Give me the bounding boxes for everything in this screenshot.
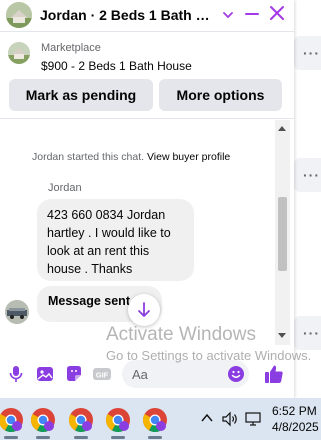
arrow-down-icon	[138, 302, 150, 317]
background-card-menu[interactable]: ···	[294, 36, 321, 70]
like-icon[interactable]	[263, 363, 285, 385]
chrome-icon[interactable]	[105, 407, 131, 433]
more-dots-icon: ···	[303, 325, 320, 341]
network-icon[interactable]	[244, 410, 262, 428]
photo-icon[interactable]	[35, 364, 55, 384]
gif-icon[interactable]: GIF	[92, 364, 112, 384]
chevron-up-icon[interactable]	[201, 413, 213, 423]
chat-start-text: Jordan started this chat.	[32, 151, 145, 163]
minimize-icon[interactable]	[244, 6, 260, 22]
clock-date[interactable]: 4/8/2025	[272, 420, 319, 434]
chat-header[interactable]: Jordan · 2 Beds 1 Bath House	[0, 0, 294, 32]
chevron-down-icon[interactable]	[222, 7, 234, 23]
view-buyer-profile-link[interactable]: View buyer profile	[147, 151, 230, 163]
listing-summary[interactable]: Marketplace $900 - 2 Beds 1 Bath House	[0, 33, 294, 77]
active-app-indicator	[4, 436, 18, 439]
chrome-icon[interactable]	[30, 407, 56, 433]
message-list[interactable]: Jordan started this chat. View buyer pro…	[0, 120, 294, 346]
chrome-icon[interactable]	[0, 407, 24, 433]
listing-thumbnail[interactable]	[8, 42, 30, 64]
emoji-icon[interactable]	[226, 364, 246, 384]
active-app-indicator	[74, 436, 88, 439]
close-icon[interactable]	[268, 4, 286, 22]
listing-title[interactable]: $900 - 2 Beds 1 Bath House	[41, 59, 192, 73]
microphone-icon[interactable]	[6, 364, 26, 384]
listing-source: Marketplace	[41, 42, 101, 54]
divider	[0, 118, 294, 119]
scroll-to-bottom-button[interactable]	[128, 294, 160, 326]
mark-as-pending-button[interactable]: Mark as pending	[9, 79, 153, 111]
message-input-placeholder: Aa	[132, 367, 148, 382]
message-bubble[interactable]: 423 660 0834 Jordan hartley . I would li…	[37, 199, 194, 281]
activate-windows-title: Activate Windows	[106, 324, 256, 345]
active-app-indicator	[148, 436, 162, 439]
chrome-icon[interactable]	[68, 407, 94, 433]
scrollbar[interactable]	[275, 120, 290, 345]
sticker-icon[interactable]	[64, 364, 84, 384]
sender-name: Jordan	[48, 182, 82, 194]
more-options-button[interactable]: More options	[159, 79, 282, 111]
chrome-icon[interactable]	[142, 407, 168, 433]
volume-icon[interactable]	[221, 410, 239, 428]
more-dots-icon: ···	[303, 167, 320, 183]
active-app-indicator	[111, 436, 125, 439]
svg-text:GIF: GIF	[96, 371, 109, 380]
avatar[interactable]	[6, 2, 32, 28]
background-card-menu[interactable]: ···	[294, 158, 321, 192]
sender-avatar[interactable]	[5, 300, 29, 324]
active-app-indicator	[36, 436, 50, 439]
scroll-down-arrow-icon[interactable]	[278, 333, 286, 338]
more-dots-icon: ···	[303, 45, 320, 61]
scroll-up-arrow-icon[interactable]	[278, 126, 286, 131]
clock-time[interactable]: 6:52 PM	[272, 404, 317, 418]
scrollbar-thumb[interactable]	[278, 197, 287, 271]
chat-title[interactable]: Jordan · 2 Beds 1 Bath House	[40, 7, 218, 23]
activate-windows-subtitle: Go to Settings to activate Windows.	[106, 348, 312, 363]
chat-start-notice: Jordan started this chat. View buyer pro…	[32, 151, 230, 163]
background-card-menu[interactable]: ···	[294, 316, 321, 350]
taskbar: 6:52 PM 4/8/2025	[0, 398, 321, 440]
